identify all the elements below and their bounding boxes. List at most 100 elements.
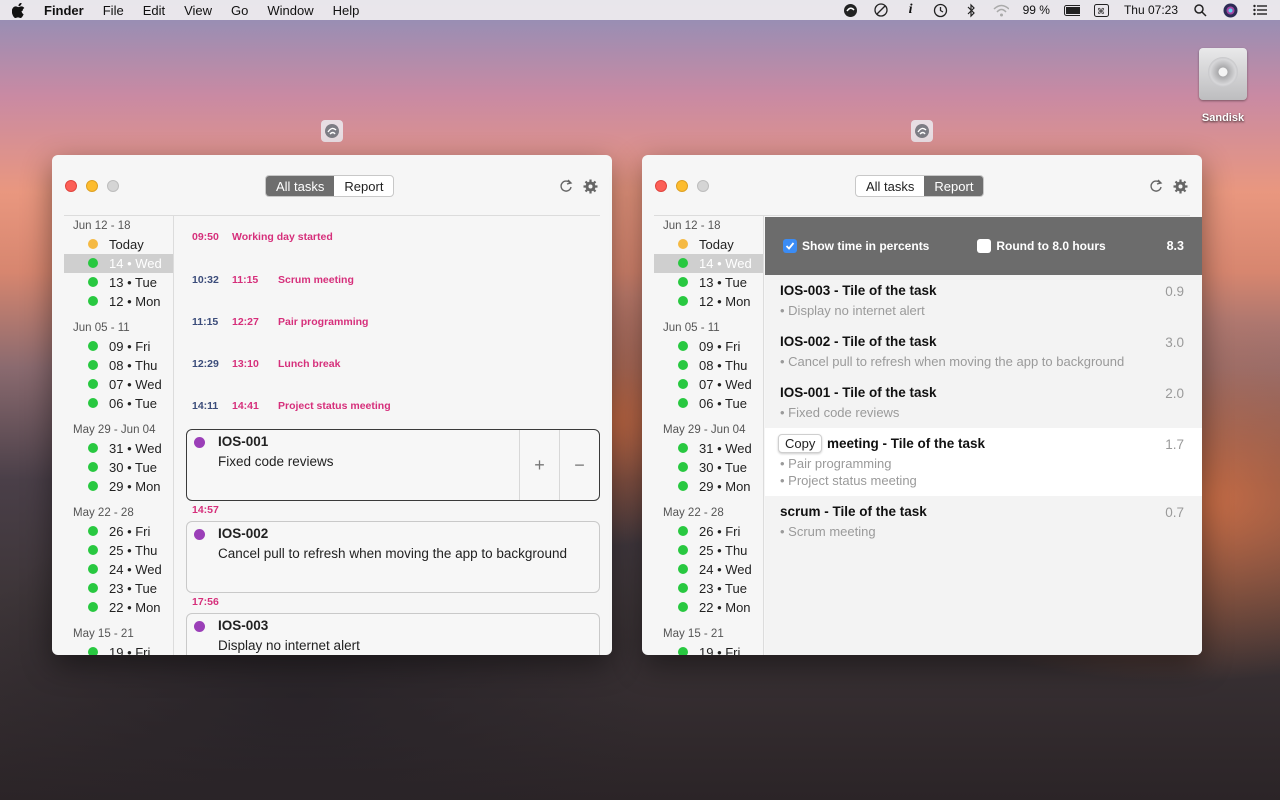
status-dot: [678, 526, 688, 536]
day-item[interactable]: 13 • Tue: [64, 273, 174, 292]
refresh-icon[interactable]: [1148, 178, 1164, 194]
menu-app-name[interactable]: Finder: [44, 3, 84, 18]
refresh-icon[interactable]: [558, 178, 574, 194]
timeline-entry[interactable]: 11:15 12:27 Pair programming: [186, 301, 600, 343]
zoom-window-button[interactable]: [697, 180, 709, 192]
task-card[interactable]: IOS-002 Cancel pull to refresh when movi…: [186, 521, 600, 593]
day-item[interactable]: 30 • Tue: [64, 458, 174, 477]
remove-time-button[interactable]: −: [559, 430, 599, 500]
day-item-today[interactable]: Today: [64, 235, 174, 254]
day-item-today[interactable]: Today: [654, 235, 764, 254]
desktop-disk-icon[interactable]: Sandisk: [1196, 48, 1250, 124]
day-item[interactable]: 25 • Thu: [64, 541, 174, 560]
day-item[interactable]: 09 • Fri: [654, 337, 764, 356]
round-hours-checkbox[interactable]: [977, 239, 992, 253]
report-item[interactable]: scrum - Tile of the task 0.7 • Scrum mee…: [765, 496, 1202, 547]
day-item[interactable]: 23 • Tue: [654, 579, 764, 598]
menu-bar: Finder File Edit View Go Window Help i 9…: [0, 0, 1280, 20]
tray-app-icon-right[interactable]: [911, 120, 933, 142]
menu-view[interactable]: View: [184, 3, 212, 18]
minimize-window-button[interactable]: [676, 180, 688, 192]
week-header: Jun 12 - 18: [663, 220, 721, 232]
day-item[interactable]: 13 • Tue: [654, 273, 764, 292]
status-dot: [678, 296, 688, 306]
tab-all-tasks[interactable]: All tasks: [856, 176, 924, 196]
day-item[interactable]: 19 • Fri: [654, 643, 764, 655]
input-menu-icon[interactable]: ⌘: [1094, 2, 1110, 18]
apple-menu-icon[interactable]: [12, 2, 26, 18]
timeline-entry[interactable]: 09:50 Working day started: [186, 215, 600, 259]
gear-icon[interactable]: [1172, 178, 1188, 194]
day-item[interactable]: 31 • Wed: [654, 439, 764, 458]
day-item[interactable]: 23 • Tue: [64, 579, 174, 598]
report-item-highlighted[interactable]: meeting - Tile of the task 1.7 • Pair pr…: [765, 428, 1202, 496]
report-item[interactable]: IOS-001 - Tile of the task 2.0 • Fixed c…: [765, 377, 1202, 428]
day-item[interactable]: 22 • Mon: [64, 598, 174, 617]
close-window-button[interactable]: [655, 180, 667, 192]
day-item[interactable]: 29 • Mon: [64, 477, 174, 496]
menu-go[interactable]: Go: [231, 3, 248, 18]
clock[interactable]: Thu 07:23: [1124, 3, 1178, 17]
hard-drive-icon: [1199, 48, 1247, 100]
copy-button[interactable]: Copy: [778, 434, 823, 453]
report-item-value: 1.7: [1165, 437, 1184, 452]
gear-icon[interactable]: [582, 178, 598, 194]
wifi-icon[interactable]: [993, 2, 1009, 18]
day-item[interactable]: 26 • Fri: [654, 522, 764, 541]
bluetooth-icon[interactable]: [963, 2, 979, 18]
timeline-entry[interactable]: 14:11 14:41 Project status meeting: [186, 385, 600, 427]
day-item[interactable]: 07 • Wed: [64, 375, 174, 394]
day-item[interactable]: 22 • Mon: [654, 598, 764, 617]
report-item[interactable]: IOS-003 - Tile of the task 0.9 • Display…: [765, 275, 1202, 326]
menu-window[interactable]: Window: [267, 3, 313, 18]
day-item[interactable]: 08 • Thu: [64, 356, 174, 375]
menu-edit[interactable]: Edit: [143, 3, 165, 18]
day-item[interactable]: 26 • Fri: [64, 522, 174, 541]
notification-center-icon[interactable]: [1252, 2, 1268, 18]
round-hours-option[interactable]: Round to 8.0 hours: [977, 239, 1106, 253]
day-item[interactable]: 29 • Mon: [654, 477, 764, 496]
task-card[interactable]: IOS-001 Fixed code reviews + −: [186, 429, 600, 501]
zoom-window-button[interactable]: [107, 180, 119, 192]
minimize-window-button[interactable]: [86, 180, 98, 192]
day-item[interactable]: 19 • Fri: [64, 643, 174, 655]
day-item[interactable]: 14 • Wed: [64, 254, 174, 273]
menu-file[interactable]: File: [103, 3, 124, 18]
task-card[interactable]: IOS-003 Display no internet alert: [186, 613, 600, 655]
show-percents-option[interactable]: Show time in percents: [783, 239, 929, 253]
entry-label: Lunch break: [278, 358, 341, 370]
day-item[interactable]: 24 • Wed: [654, 560, 764, 579]
tab-report[interactable]: Report: [334, 176, 393, 196]
siri-icon[interactable]: [1222, 2, 1238, 18]
day-item[interactable]: 30 • Tue: [654, 458, 764, 477]
report-item[interactable]: IOS-002 - Tile of the task 3.0 • Cancel …: [765, 326, 1202, 377]
task-description: Display no internet alert: [218, 638, 360, 653]
battery-icon[interactable]: [1063, 2, 1080, 18]
tray-app-icon-left[interactable]: [321, 120, 343, 142]
day-item[interactable]: 25 • Thu: [654, 541, 764, 560]
status-dot: [678, 379, 688, 389]
show-percents-checkbox[interactable]: [783, 239, 797, 253]
tab-report[interactable]: Report: [924, 176, 984, 196]
tracker-status-icon[interactable]: [843, 2, 859, 18]
day-item[interactable]: 09 • Fri: [64, 337, 174, 356]
day-item[interactable]: 31 • Wed: [64, 439, 174, 458]
day-item[interactable]: 07 • Wed: [654, 375, 764, 394]
day-item[interactable]: 08 • Thu: [654, 356, 764, 375]
day-item[interactable]: 12 • Mon: [654, 292, 764, 311]
spotlight-search-icon[interactable]: [1192, 2, 1208, 18]
menu-help[interactable]: Help: [333, 3, 360, 18]
timeline-entry[interactable]: 10:32 11:15 Scrum meeting: [186, 259, 600, 301]
do-not-disturb-icon[interactable]: [873, 2, 889, 18]
day-item[interactable]: 06 • Tue: [654, 394, 764, 413]
day-item[interactable]: 14 • Wed: [654, 254, 764, 273]
time-machine-icon[interactable]: [933, 2, 949, 18]
info-icon[interactable]: i: [903, 2, 919, 18]
day-item[interactable]: 12 • Mon: [64, 292, 174, 311]
add-time-button[interactable]: +: [519, 430, 559, 500]
day-item[interactable]: 06 • Tue: [64, 394, 174, 413]
timeline-entry[interactable]: 12:29 13:10 Lunch break: [186, 343, 600, 385]
tab-all-tasks[interactable]: All tasks: [266, 176, 335, 196]
close-window-button[interactable]: [65, 180, 77, 192]
day-item[interactable]: 24 • Wed: [64, 560, 174, 579]
